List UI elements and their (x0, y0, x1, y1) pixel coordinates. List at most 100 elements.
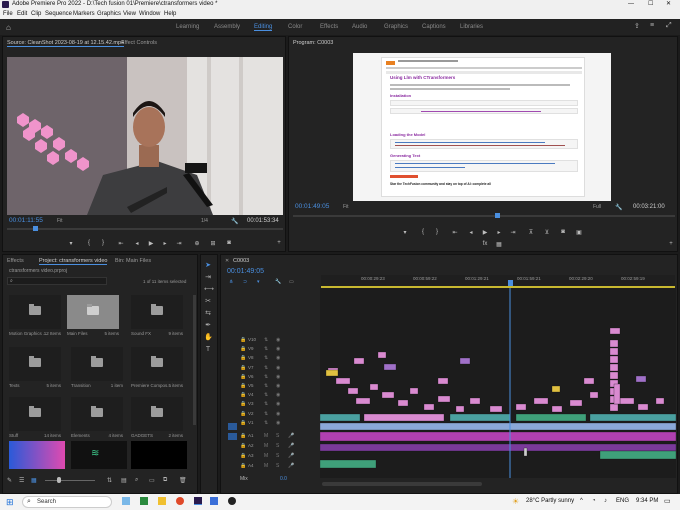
track-lock-icon[interactable]: 🔒 (240, 383, 246, 389)
workspace-audio[interactable]: Audio (352, 24, 367, 30)
graphic-clip[interactable] (589, 391, 599, 399)
program-quality-select[interactable]: Full (593, 204, 601, 210)
add-marker-icon[interactable]: ▾ (401, 229, 409, 236)
selection-tool-icon[interactable]: ➤ (204, 262, 212, 270)
go-to-out-icon[interactable]: ⇥ (509, 229, 517, 236)
track-lock-icon[interactable]: 🔒 (240, 337, 246, 343)
sync-lock-icon[interactable]: ⇅ (264, 365, 268, 371)
video-track-header[interactable]: 🔒 V5 ⇅ ◉ (228, 382, 320, 391)
graphic-clip[interactable] (423, 403, 435, 411)
track-lock-icon[interactable]: 🔒 (240, 401, 246, 407)
mark-out-icon[interactable]: } (99, 240, 107, 246)
program-add-button-icon[interactable]: + (667, 241, 675, 247)
fullscreen-icon[interactable]: ⤢ (666, 22, 672, 30)
taskview-icon[interactable] (122, 497, 130, 505)
toggle-output-icon[interactable]: ◉ (276, 392, 280, 398)
graphic-clip[interactable] (469, 397, 481, 405)
time-ruler[interactable]: 00:00:29:23 00:00:59:22 00:01:29:21 00:0… (321, 275, 675, 289)
go-to-in-icon[interactable]: ⇤ (117, 240, 125, 247)
bin-transition[interactable]: Transition 1 item (71, 347, 123, 399)
video-track-header[interactable]: 🔒 V6 ⇅ ◉ (228, 373, 320, 382)
program-timecode[interactable]: 00:01:49:05 (295, 203, 329, 210)
black-video-thumbnail[interactable] (131, 441, 187, 469)
multicam-icon[interactable]: ▦ (495, 241, 503, 248)
toggle-output-icon[interactable]: ◉ (276, 401, 280, 407)
app-icon[interactable] (210, 497, 218, 505)
toggle-output-icon[interactable]: ◉ (276, 374, 280, 380)
sync-lock-icon[interactable]: ⇅ (264, 374, 268, 380)
overwrite-icon[interactable]: ⊞ (209, 240, 217, 247)
solo-icon[interactable]: S (276, 453, 279, 459)
program-fit-select[interactable]: Fit (343, 204, 349, 210)
sync-lock-icon[interactable]: ⇅ (264, 355, 268, 361)
media-thumbnail[interactable] (9, 441, 65, 469)
timeline-timecode[interactable]: 00:01:49:05 (227, 268, 264, 275)
find-icon[interactable]: ⌕ (135, 477, 138, 484)
bin-main-files[interactable]: Main Files 5 items (67, 295, 119, 347)
mute-icon[interactable]: M (264, 433, 268, 439)
notification-icon[interactable]: ≡ (650, 22, 654, 29)
source-settings-icon[interactable]: 🔧 (231, 218, 238, 225)
graphic-clip[interactable] (569, 399, 583, 407)
graphic-clip[interactable] (325, 369, 339, 377)
maximize-icon[interactable]: ☐ (648, 0, 653, 9)
track-lock-icon[interactable]: 🔒 (240, 374, 246, 380)
program-video-frame[interactable]: Using Llm with CTransformers Installatio… (353, 53, 611, 201)
menu-file[interactable]: File (3, 9, 13, 19)
extract-icon[interactable]: ⊻ (543, 229, 551, 236)
audio-thumbnail[interactable]: ≋ (71, 441, 127, 469)
workspace-assembly[interactable]: Assembly (214, 24, 240, 30)
tray-chevron-icon[interactable]: ^ (580, 498, 583, 504)
toggle-output-icon[interactable]: ◉ (276, 365, 280, 371)
workspace-libraries[interactable]: Libraries (460, 24, 483, 30)
timeline-horizontal-scrollbar[interactable] (322, 482, 482, 486)
video-track-header[interactable]: 🔒 V1 ⇅ ◉ (228, 419, 320, 428)
chrome-icon[interactable] (176, 497, 184, 505)
track-lock-icon[interactable]: 🔒 (240, 443, 246, 449)
add-marker-icon[interactable]: ▾ (67, 240, 75, 247)
zoom-slider-handle[interactable] (57, 477, 61, 483)
video-clip[interactable] (320, 422, 676, 431)
graphic-clip[interactable] (459, 357, 471, 365)
track-lock-icon[interactable]: 🔒 (240, 420, 246, 426)
graphic-clip[interactable] (655, 397, 665, 405)
graphic-clip[interactable] (533, 397, 549, 405)
clock[interactable]: 9:34 PM (636, 498, 658, 504)
graphic-clip[interactable] (437, 395, 451, 403)
export-frame-icon[interactable]: ◙ (559, 229, 567, 235)
graphic-clip[interactable] (397, 399, 409, 407)
new-item-icon[interactable]: ⧉ (163, 477, 167, 484)
program-playhead[interactable] (495, 213, 500, 218)
graphic-clip[interactable] (637, 403, 649, 411)
program-tab[interactable]: Program: C0003 (293, 40, 333, 46)
graphic-clip[interactable] (619, 397, 635, 405)
razor-tool-icon[interactable]: ✂ (204, 298, 212, 306)
source-resolution-select[interactable]: 1/4 (201, 218, 208, 224)
step-forward-icon[interactable]: ▸ (495, 229, 503, 236)
source-fit-select[interactable]: Fit (57, 218, 63, 224)
audio-clip[interactable] (599, 450, 676, 460)
video-clip[interactable] (449, 413, 511, 422)
video-track-header[interactable]: 🔒 V3 ⇅ ◉ (228, 400, 320, 409)
graphic-clip[interactable] (609, 327, 621, 335)
slip-tool-icon[interactable]: ⇆ (204, 310, 212, 318)
track-lock-icon[interactable]: 🔒 (240, 365, 246, 371)
close-icon[interactable]: ✕ (666, 0, 671, 9)
home-icon[interactable]: ⌂ (6, 23, 11, 32)
notification-center-icon[interactable]: ▭ (664, 497, 671, 505)
bin-texts[interactable]: Texts 5 items (9, 347, 61, 399)
video-track-header[interactable]: 🔒 V4 ⇅ ◉ (228, 391, 320, 400)
graphic-clip[interactable] (369, 383, 379, 391)
voiceover-icon[interactable]: 🎤 (288, 433, 294, 439)
graphic-clip[interactable] (515, 403, 527, 411)
source-patch-v1[interactable] (228, 423, 237, 430)
toggle-output-icon[interactable]: ◉ (276, 346, 280, 352)
menu-view[interactable]: View (123, 9, 136, 19)
sync-lock-icon[interactable]: ⇅ (264, 392, 268, 398)
graphic-clip[interactable] (377, 351, 387, 359)
close-tab-icon[interactable]: ✕ (225, 258, 229, 264)
go-to-out-icon[interactable]: ⇥ (175, 240, 183, 247)
toggle-output-icon[interactable]: ◉ (276, 420, 280, 426)
graphic-clip[interactable] (409, 387, 419, 395)
graphic-clip[interactable] (609, 339, 619, 348)
